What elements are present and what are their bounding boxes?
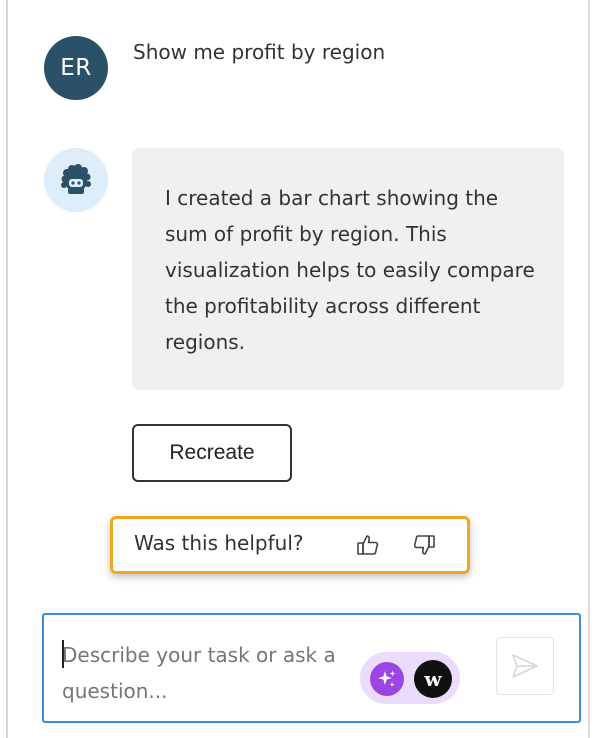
recreate-button[interactable]: Recreate xyxy=(132,424,292,482)
panel-left-border xyxy=(6,0,8,738)
send-icon xyxy=(512,654,538,678)
assistant-bot-icon xyxy=(44,148,108,212)
chat-composer: w xyxy=(42,613,581,723)
assistant-message-bubble: I created a bar chart showing the sum of… xyxy=(132,148,564,390)
feedback-bar: Was this helpful? xyxy=(110,516,470,574)
thumbs-up-icon[interactable] xyxy=(354,531,382,559)
panel-right-border xyxy=(588,0,590,738)
user-avatar-initials: ER xyxy=(60,55,92,81)
sparkle-icon[interactable] xyxy=(370,662,404,696)
w-app-icon[interactable]: w xyxy=(414,660,452,698)
text-caret xyxy=(62,640,64,668)
send-button[interactable] xyxy=(496,637,554,695)
feedback-question: Was this helpful? xyxy=(134,531,304,555)
user-avatar: ER xyxy=(44,36,108,100)
chat-panel: ER Show me profit by region I created a … xyxy=(0,0,595,738)
assistant-message-text: I created a bar chart showing the sum of… xyxy=(165,186,535,354)
user-message-text: Show me profit by region xyxy=(133,40,386,64)
chat-input[interactable] xyxy=(62,637,382,717)
thumbs-down-icon[interactable] xyxy=(410,531,438,559)
